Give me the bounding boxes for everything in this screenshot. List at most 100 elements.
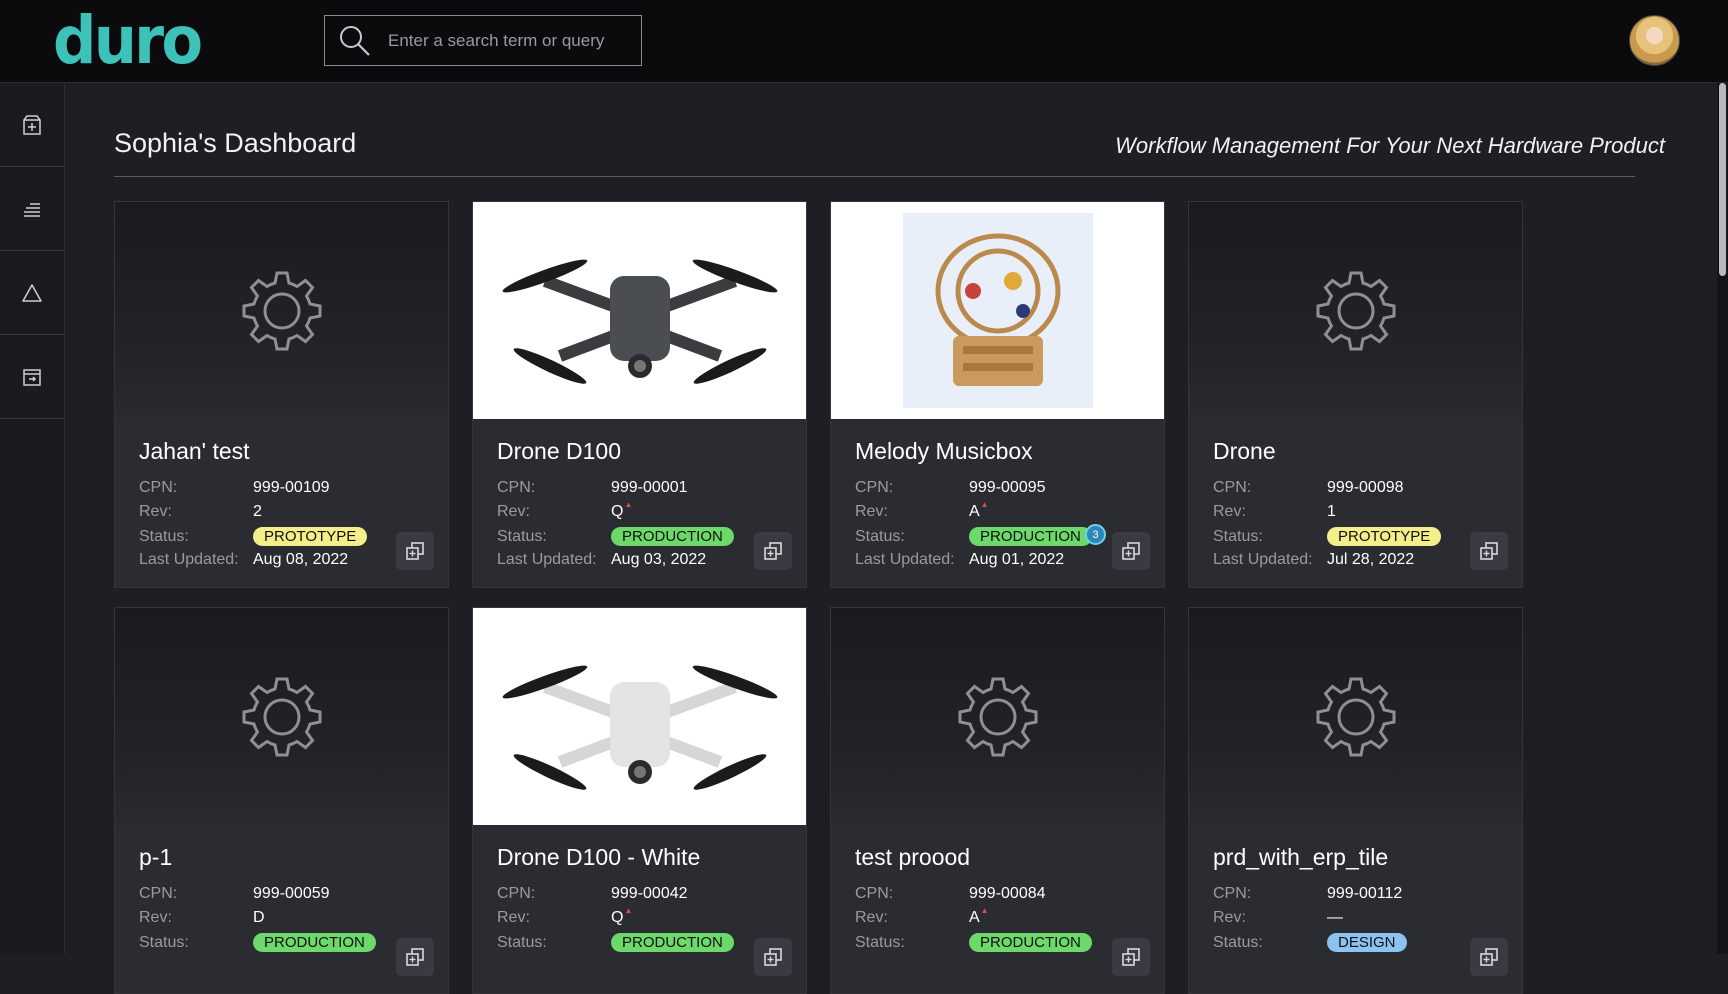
duplicate-button[interactable] [396, 938, 434, 976]
last-updated-label: Last Updated: [1213, 551, 1313, 568]
rev-value: 2 [253, 503, 262, 520]
scrollbar-thumb[interactable] [1719, 83, 1726, 276]
rev-row: Rev: Q▲ [497, 500, 633, 521]
last-updated-value: Aug 01, 2022 [969, 551, 1065, 568]
product-name[interactable]: prd_with_erp_tile [1213, 844, 1388, 871]
product-name[interactable]: Drone D100 [497, 438, 621, 465]
vertical-scrollbar[interactable] [1717, 83, 1728, 954]
rev-label: Rev: [1213, 503, 1246, 520]
product-name[interactable]: Drone D100 - White [497, 844, 700, 871]
product-thumbnail[interactable] [1189, 608, 1522, 825]
status-badge: DESIGN [1327, 933, 1407, 952]
last-updated-value: Jul 28, 2022 [1327, 551, 1415, 568]
cpn-label: CPN: [855, 885, 894, 902]
duplicate-icon [1480, 542, 1498, 560]
search-input[interactable] [388, 30, 618, 51]
cpn-value: 999-00112 [1327, 885, 1403, 902]
sidebar-item-export[interactable] [0, 335, 64, 419]
product-card[interactable]: Drone D100 - White CPN: 999-00042 Rev: Q▲ Sta… [472, 607, 807, 994]
status-row: Status: DESIGN [1213, 933, 1407, 952]
status-row: Status: PRODUCTION [497, 933, 734, 952]
duro-logo[interactable]: duro [53, 8, 203, 74]
product-thumbnail[interactable] [1189, 202, 1522, 419]
sidebar-item-change-orders[interactable] [0, 251, 64, 335]
status-label: Status: [1213, 934, 1263, 951]
duplicate-button[interactable] [754, 938, 792, 976]
status-badge: PRODUCTION [611, 933, 734, 952]
cpn-value: 999-00098 [1327, 479, 1404, 496]
duplicate-icon [406, 948, 424, 966]
product-card[interactable]: Melody Musicbox CPN: 999-00095 Rev: A▲ Status… [830, 201, 1165, 588]
product-card[interactable]: Drone CPN: 999-00098 Rev: 1 Status: PROTOTYPE L… [1188, 201, 1523, 588]
cpn-label: CPN: [855, 479, 894, 496]
product-card[interactable]: p-1 CPN: 999-00059 Rev: D Status: PRODUCTION [114, 607, 449, 994]
status-row: Status: PRODUCTION 3 [855, 524, 1106, 546]
duplicate-button[interactable] [1470, 532, 1508, 570]
last-updated-value: Aug 03, 2022 [611, 551, 707, 568]
top-bar: duro [0, 0, 1728, 83]
product-thumbnail[interactable] [831, 202, 1164, 419]
rev-label: Rev: [855, 909, 888, 926]
rev-value: A [969, 909, 980, 926]
last-updated-row: Last Updated: Aug 03, 2022 [497, 551, 706, 569]
duplicate-icon [1480, 948, 1498, 966]
status-label: Status: [139, 934, 189, 951]
cpn-row: CPN: 999-00042 [497, 885, 688, 903]
rev-value: — [1327, 909, 1343, 926]
cpn-label: CPN: [139, 885, 178, 902]
page-tagline: Workflow Management For Your Next Hardwa… [1115, 133, 1665, 158]
product-thumbnail[interactable] [473, 202, 806, 419]
status-label: Status: [497, 528, 547, 545]
status-badge: PRODUCTION [253, 933, 376, 952]
rev-modified-indicator: ▲ [624, 500, 633, 509]
cpn-row: CPN: 999-00095 [855, 479, 1046, 497]
cpn-label: CPN: [139, 479, 178, 496]
gear-icon [1316, 677, 1395, 756]
gear-icon [1316, 271, 1395, 350]
duplicate-button[interactable] [754, 532, 792, 570]
rev-value: A [969, 503, 980, 520]
product-name[interactable]: Drone [1213, 438, 1276, 465]
cpn-label: CPN: [1213, 479, 1252, 496]
duplicate-icon [764, 948, 782, 966]
product-thumbnail[interactable] [831, 608, 1164, 825]
status-row: Status: PRODUCTION [497, 527, 734, 546]
search-box[interactable] [324, 15, 642, 66]
cpn-value: 999-00095 [969, 479, 1046, 496]
status-label: Status: [139, 528, 189, 545]
cpn-row: CPN: 999-00084 [855, 885, 1046, 903]
drone-image [502, 665, 777, 790]
rev-modified-indicator: ▲ [624, 906, 633, 915]
rev-row: Rev: — [1213, 909, 1343, 927]
search-icon[interactable] [338, 24, 372, 58]
duplicate-icon [764, 542, 782, 560]
product-card[interactable]: Drone D100 CPN: 999-00001 Rev: Q▲ Status: PROD… [472, 201, 807, 588]
product-thumbnail[interactable] [115, 608, 448, 825]
duplicate-button[interactable] [1112, 938, 1150, 976]
sidebar-item-components[interactable] [0, 167, 64, 251]
rev-row: Rev: 2 [139, 503, 262, 521]
rev-label: Rev: [855, 503, 888, 520]
product-thumbnail[interactable] [115, 202, 448, 419]
duplicate-button[interactable] [396, 532, 434, 570]
last-updated-row: Last Updated: Aug 01, 2022 [855, 551, 1064, 569]
cpn-row: CPN: 999-00098 [1213, 479, 1404, 497]
product-card[interactable]: test proood CPN: 999-00084 Rev: A▲ Status: PRO… [830, 607, 1165, 994]
dashboard-main: Sophia's Dashboard Workflow Management F… [65, 83, 1717, 994]
product-name[interactable]: test proood [855, 844, 970, 871]
user-avatar[interactable] [1629, 15, 1680, 66]
duplicate-button[interactable] [1112, 532, 1150, 570]
sidebar-item-new-product[interactable] [0, 83, 64, 167]
status-count-badge: 3 [1085, 524, 1106, 545]
cpn-value: 999-00001 [611, 479, 688, 496]
last-updated-row: Last Updated: Aug 08, 2022 [139, 551, 348, 569]
product-card[interactable]: prd_with_erp_tile CPN: 999-00112 Rev: — Statu… [1188, 607, 1523, 994]
duplicate-button[interactable] [1470, 938, 1508, 976]
product-thumbnail[interactable] [473, 608, 806, 825]
product-card[interactable]: Jahan' test CPN: 999-00109 Rev: 2 Status: PROT… [114, 201, 449, 588]
product-name[interactable]: Melody Musicbox [855, 438, 1033, 465]
product-name[interactable]: p-1 [139, 844, 172, 871]
status-label: Status: [497, 934, 547, 951]
product-name[interactable]: Jahan' test [139, 438, 250, 465]
sidebar [0, 83, 65, 954]
